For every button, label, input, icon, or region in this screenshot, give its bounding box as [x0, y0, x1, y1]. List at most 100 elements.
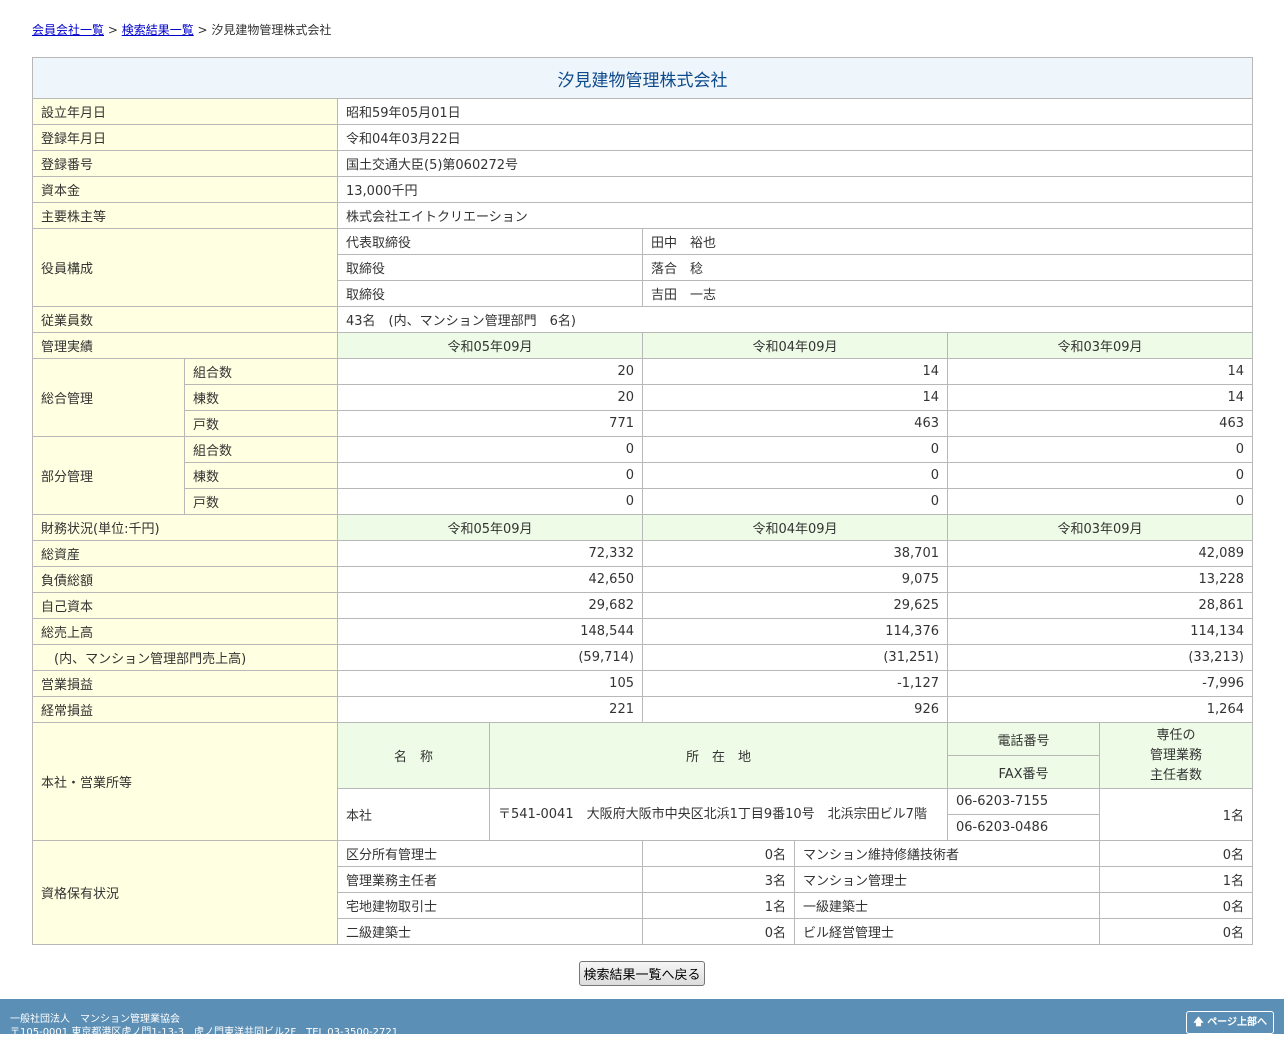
- qualification-label: ビル経営管理士: [794, 918, 1100, 945]
- management-value: 14: [947, 358, 1253, 385]
- breadcrumb-separator: >: [104, 23, 122, 37]
- offices-label: 本社・営業所等: [32, 722, 338, 841]
- breadcrumb-current: 汐見建物管理株式会社: [211, 23, 332, 37]
- office-fax: 06-6203-0486: [947, 814, 1100, 841]
- period-header: 令和04年09月: [642, 332, 948, 359]
- management-value: 14: [947, 384, 1253, 411]
- breadcrumb: 会員会社一覧 > 検索結果一覧 > 汐見建物管理株式会社: [32, 21, 331, 38]
- management-value: 771: [337, 410, 643, 437]
- breadcrumb-separator: >: [193, 23, 212, 37]
- arrow-up-icon: 🡅: [1193, 1017, 1204, 1028]
- finance-value: 148,544: [337, 618, 643, 645]
- management-row: 戸数 771 463 463: [33, 410, 1253, 437]
- row-value: 13,000千円: [337, 176, 1253, 203]
- page-top-button[interactable]: 🡅 ページ上部へ: [1186, 1011, 1274, 1034]
- period-header: 令和04年09月: [642, 514, 948, 541]
- basic-row: 登録番号 国土交通大臣(5)第060272号: [32, 150, 1253, 177]
- breadcrumb-link-member-list[interactable]: 会員会社一覧: [32, 23, 104, 37]
- finance-row: 総資産 72,332 38,701 42,089: [32, 540, 1253, 567]
- finance-value: 13,228: [947, 566, 1253, 593]
- management-row: 棟数 20 14 14: [33, 384, 1253, 411]
- qualification-count: 0名: [1099, 892, 1253, 919]
- row-value: 株式会社エイトクリエーション: [337, 202, 1253, 229]
- management-value: 0: [947, 462, 1253, 489]
- office-fax-header: FAX番号: [947, 755, 1100, 789]
- row-value: 国土交通大臣(5)第060272号: [337, 150, 1253, 177]
- finance-value: -7,996: [947, 670, 1253, 697]
- finance-value: 221: [337, 696, 643, 723]
- management-value: 463: [642, 410, 948, 437]
- finance-row: 負債総額 42,650 9,075 13,228: [32, 566, 1253, 593]
- management-item-label: 組合数: [184, 358, 338, 385]
- finance-row: 自己資本 29,682 29,625 28,861: [32, 592, 1253, 619]
- finance-value: 1,264: [947, 696, 1253, 723]
- finance-item-label: 自己資本: [32, 592, 338, 619]
- back-to-results-button[interactable]: 検索結果一覧へ戻る: [579, 961, 705, 986]
- qualification-count: 0名: [1099, 918, 1253, 945]
- management-label: 管理実績: [32, 332, 338, 359]
- finance-value: 114,134: [947, 618, 1253, 645]
- management-value: 0: [337, 436, 643, 463]
- finance-item-label: 負債総額: [32, 566, 338, 593]
- breadcrumb-link-search-results[interactable]: 検索結果一覧: [122, 23, 194, 37]
- finance-value: 29,625: [642, 592, 948, 619]
- finance-value: 42,089: [947, 540, 1253, 567]
- management-value: 0: [337, 462, 643, 489]
- finance-value: 72,332: [337, 540, 643, 567]
- row-label: 資本金: [32, 176, 338, 203]
- company-detail: 汐見建物管理株式会社 設立年月日 昭和59年05月01日 登録年月日 令和04年…: [32, 57, 1253, 945]
- basic-row: 登録年月日 令和04年03月22日: [32, 124, 1253, 151]
- management-item-label: 組合数: [184, 436, 338, 463]
- basic-row: 主要株主等 株式会社エイトクリエーション: [32, 202, 1253, 229]
- basic-row: 資本金 13,000千円: [32, 176, 1253, 203]
- management-value: 14: [642, 358, 948, 385]
- management-value: 20: [337, 384, 643, 411]
- button-area: 検索結果一覧へ戻る: [0, 961, 1284, 986]
- office-header-row: 本社・営業所等 名 称 所 在 地 電話番号 専任の 管理業務 主任者数: [32, 722, 1253, 841]
- finance-value: (59,714): [337, 644, 643, 671]
- office-name: 本社: [337, 788, 490, 841]
- qualification-label: マンション管理士: [794, 866, 1100, 893]
- management-value: 20: [337, 358, 643, 385]
- qualification-label: マンション維持修繕技術者: [794, 840, 1100, 867]
- office-address-header: 所 在 地: [489, 722, 948, 789]
- officer-role: 取締役: [337, 280, 643, 307]
- finance-item-label: 総資産: [32, 540, 338, 567]
- qualification-count: 3名: [642, 866, 795, 893]
- management-value: 463: [947, 410, 1253, 437]
- officer-name: 田中 裕也: [642, 228, 1253, 255]
- period-header: 令和03年09月: [947, 514, 1253, 541]
- qualification-label: 管理業務主任者: [337, 866, 643, 893]
- officers-label: 役員構成: [32, 228, 338, 307]
- employees-row: 従業員数 43名 (内、マンション管理部門 6名): [32, 306, 1253, 333]
- qualification-label: 区分所有管理士: [337, 840, 643, 867]
- qualification-count: 0名: [642, 840, 795, 867]
- management-value: 0: [947, 488, 1253, 515]
- management-item-label: 戸数: [184, 410, 338, 437]
- finance-value: (31,251): [642, 644, 948, 671]
- finance-row: 経常損益 221 926 1,264: [32, 696, 1253, 723]
- management-item-label: 棟数: [184, 462, 338, 489]
- finance-value: 29,682: [337, 592, 643, 619]
- qualification-count: 1名: [642, 892, 795, 919]
- officer-role: 取締役: [337, 254, 643, 281]
- office-chief-header: 専任の 管理業務 主任者数: [1099, 722, 1253, 789]
- finance-value: -1,127: [642, 670, 948, 697]
- period-header: 令和05年09月: [337, 332, 643, 359]
- qualification-count: 1名: [1099, 866, 1253, 893]
- finance-label: 財務状況(単位:千円): [32, 514, 338, 541]
- footer-address: 〒105-0001 東京都港区虎ノ門1-13-3 虎ノ門東洋共同ビル2F TEL…: [10, 1027, 399, 1038]
- finance-row: 営業損益 105 -1,127 -7,996: [32, 670, 1253, 697]
- office-tel-header: 電話番号: [947, 722, 1100, 756]
- page-top-label: ページ上部へ: [1207, 1017, 1267, 1028]
- finance-value: 105: [337, 670, 643, 697]
- qualification-row: 資格保有状況 区分所有管理士 0名 マンション維持修繕技術者 0名: [32, 840, 1253, 945]
- finance-row: 総売上高 148,544 114,376 114,134: [32, 618, 1253, 645]
- management-row: 戸数 0 0 0: [33, 488, 1253, 515]
- management-item-label: 戸数: [184, 488, 338, 515]
- qualification-label: 一級建築士: [794, 892, 1100, 919]
- finance-value: 9,075: [642, 566, 948, 593]
- management-value: 0: [642, 462, 948, 489]
- management-value: 0: [642, 488, 948, 515]
- finance-row: (内、マンション管理部門売上高) (59,714) (31,251) (33,2…: [32, 644, 1253, 671]
